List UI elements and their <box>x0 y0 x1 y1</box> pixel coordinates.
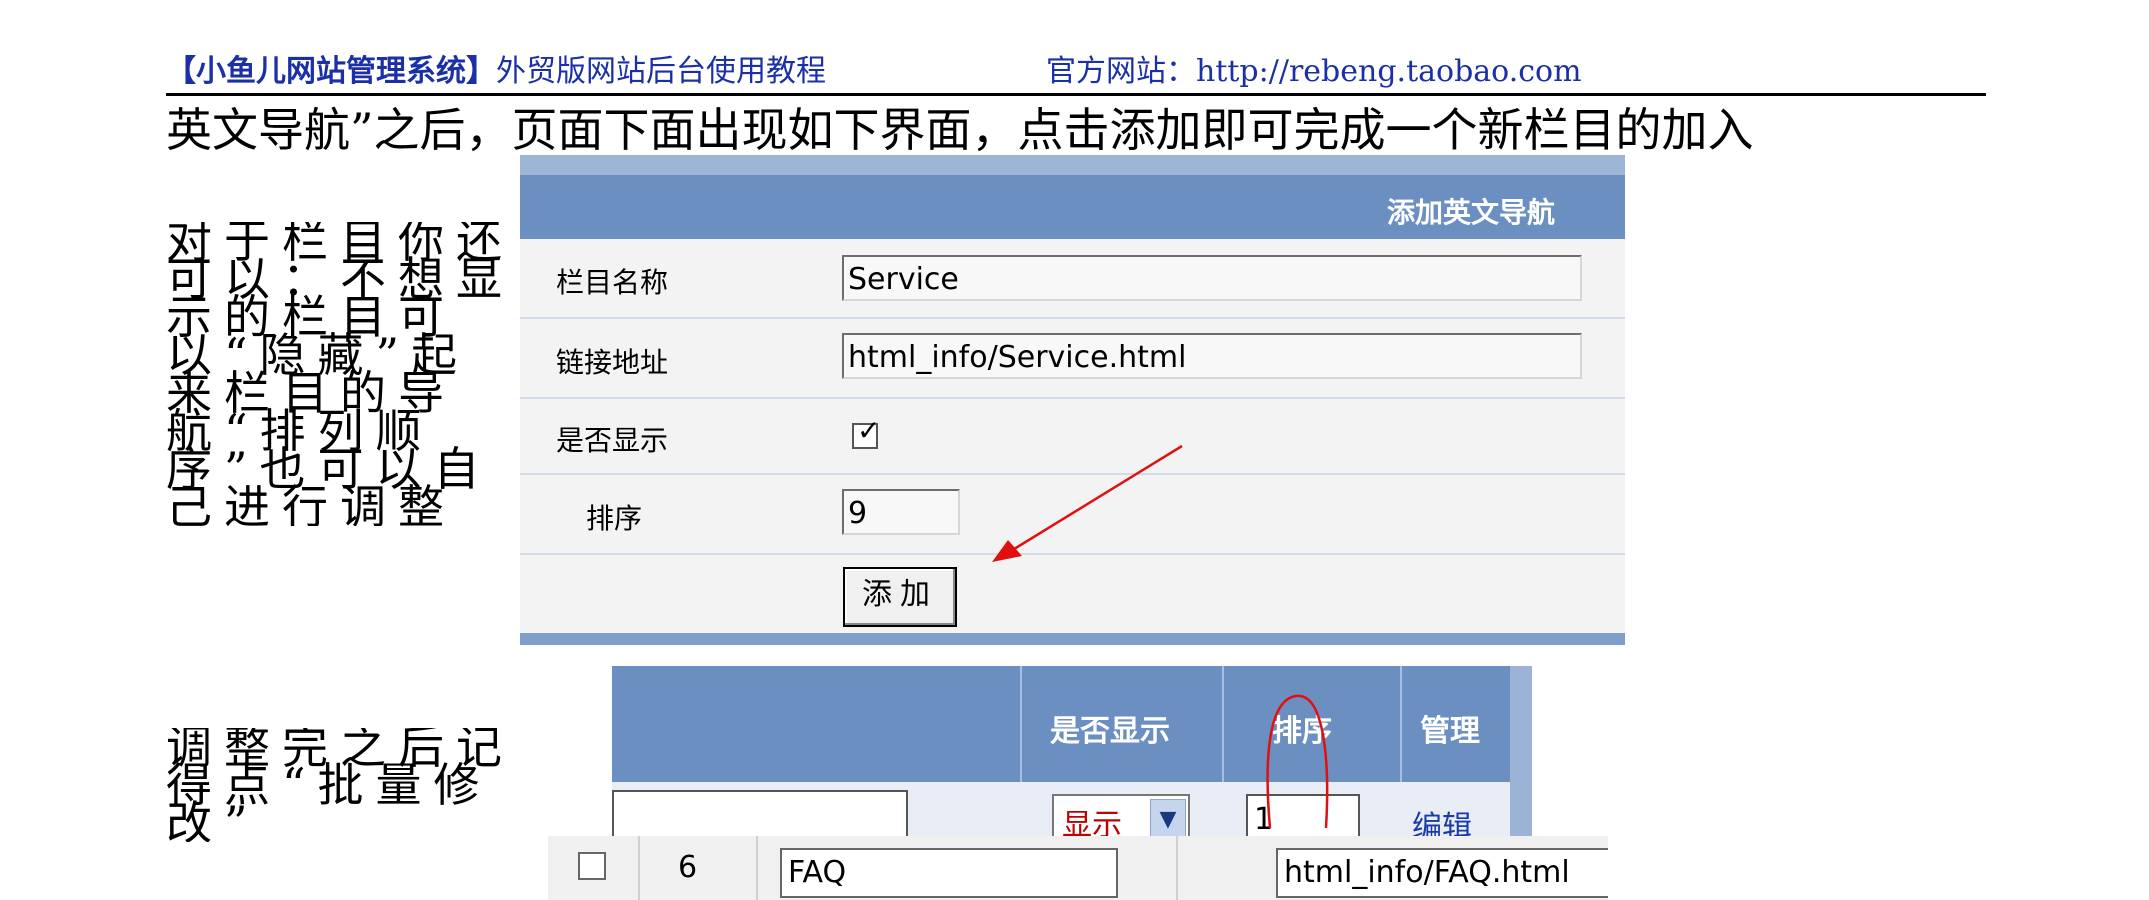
row-select-checkbox[interactable] <box>578 852 606 880</box>
form-top-strip <box>520 155 1625 175</box>
nav-list-table: 是否显示 排序 管理 显示 ▼ 1 编辑 <box>612 666 1532 856</box>
visible-checkbox[interactable]: ✓ <box>852 416 880 449</box>
header-order-cell: 排序 <box>1222 666 1400 782</box>
add-nav-form: 添加英文导航 栏目名称 Service 链接地址 html_info/Servi… <box>520 155 1625 645</box>
header-order: 排序 <box>1272 714 1332 749</box>
brand-title: 【小鱼儿网站管理系统】 <box>166 54 496 89</box>
scrollbar[interactable] <box>1510 666 1532 856</box>
tutorial-subtitle: 外贸版网站后台使用教程 <box>496 54 826 89</box>
hide-order-paragraph: 对于栏目你还可以：不想显示的栏目可以“隐藏”起来栏目的导航“排列顺序”也可以自己… <box>166 222 514 526</box>
order-input[interactable]: 9 <box>842 489 960 535</box>
official-site: 官方网站：http://rebeng.taobao.com <box>1046 54 1582 89</box>
field-label-link: 链接地址 <box>556 346 669 379</box>
intro-line: 英文导航”之后，页面下面出现如下界面，点击添加即可完成一个新栏目的加入 <box>166 103 1754 157</box>
document-header: 【小鱼儿网站管理系统】外贸版网站后台使用教程 官方网站：http://reben… <box>166 52 1986 96</box>
header-visible: 是否显示 <box>1050 714 1170 749</box>
header-manage: 管理 <box>1420 714 1480 749</box>
field-label-name: 栏目名称 <box>556 266 669 299</box>
faq-row: 6 FAQ html_info/FAQ.html <box>548 836 1608 900</box>
row-divider <box>756 836 758 900</box>
field-label-order: 排序 <box>586 502 643 535</box>
link-input[interactable]: html_info/Service.html <box>842 333 1582 379</box>
header-rule <box>166 93 1986 96</box>
faq-link-input[interactable]: html_info/FAQ.html <box>1276 848 1608 898</box>
header-visible-cell: 是否显示 <box>1020 666 1222 782</box>
form-titlebar: 添加英文导航 <box>520 175 1625 239</box>
row-divider <box>1176 836 1178 900</box>
row-visible: 是否显示 ✓ <box>520 399 1625 475</box>
chevron-down-icon[interactable]: ▼ <box>1150 799 1186 841</box>
row-submit: 添加 <box>520 555 1625 635</box>
faq-name-input[interactable]: FAQ <box>780 848 1118 898</box>
add-button[interactable]: 添加 <box>843 567 957 627</box>
check-mark-icon: ✓ <box>857 414 881 447</box>
form-bottom-bar <box>520 633 1625 645</box>
row-link: 链接地址 html_info/Service.html <box>520 319 1625 399</box>
field-label-visible: 是否显示 <box>556 424 669 457</box>
row-id: 6 <box>678 850 698 885</box>
row-name: 栏目名称 Service <box>520 239 1625 319</box>
header-manage-cell: 管理 <box>1400 666 1512 782</box>
name-input[interactable]: Service <box>842 255 1582 301</box>
list-header: 是否显示 排序 管理 <box>612 666 1510 782</box>
row-name-input[interactable] <box>612 790 908 840</box>
row-order: 排序 9 <box>520 475 1625 555</box>
form-title: 添加英文导航 <box>1386 196 1555 229</box>
batch-modify-paragraph: 调整完之后记得点“批量修改” <box>166 728 514 842</box>
row-divider <box>638 836 640 900</box>
